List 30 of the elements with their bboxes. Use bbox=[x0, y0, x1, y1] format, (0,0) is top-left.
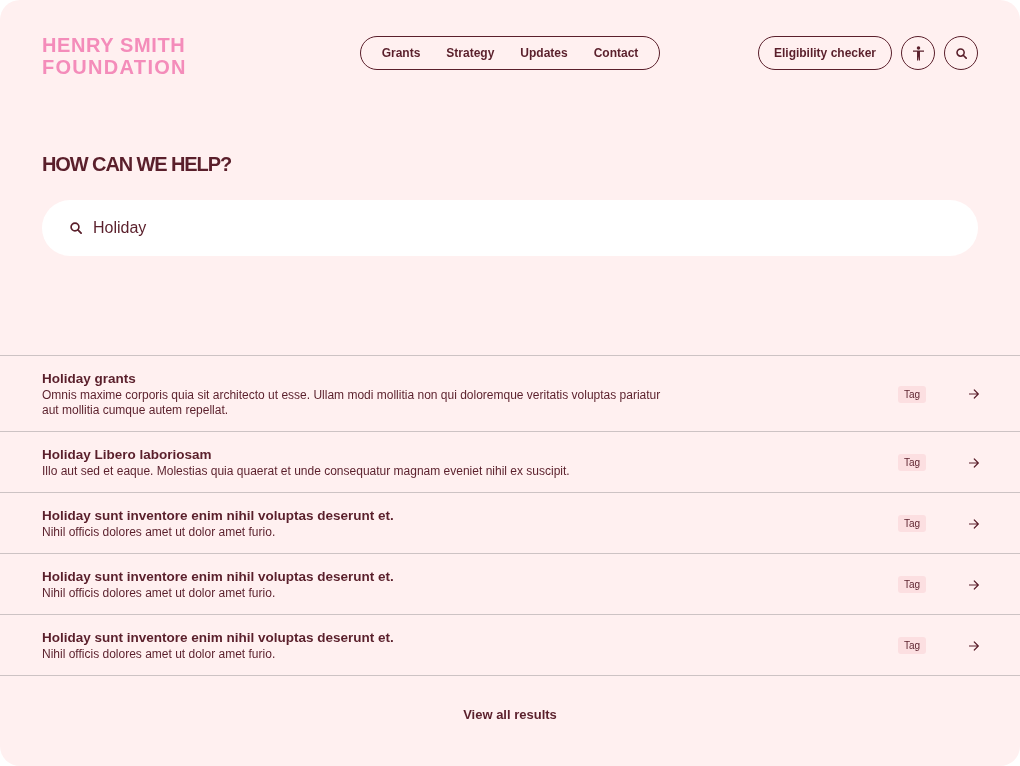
nav-link[interactable]: Strategy bbox=[446, 46, 495, 60]
accessibility-icon bbox=[912, 45, 924, 61]
result-tag: Tag bbox=[897, 515, 926, 532]
search-icon bbox=[70, 222, 82, 234]
result-tag: Tag bbox=[897, 576, 926, 593]
nav-link[interactable]: Grants bbox=[381, 46, 421, 60]
search-field[interactable]: Holiday bbox=[42, 200, 978, 256]
arrow-right-icon[interactable] bbox=[969, 457, 979, 468]
result-title[interactable]: Holiday sunt inventore enim nihil voluptas deserunt et. bbox=[42, 507, 394, 525]
result-tag: Tag bbox=[897, 454, 926, 471]
search-icon bbox=[955, 47, 967, 59]
result-title[interactable]: Holiday Libero laboriosam bbox=[42, 446, 212, 464]
result-description: Illo aut sed et eaque. Molestias quia quaerat et unde consequatur magnam eveniet nihil ex suscipit. bbox=[42, 464, 570, 479]
view-all-results-link[interactable]: View all results bbox=[463, 706, 557, 724]
page-heading: HOW CAN WE HELP? bbox=[42, 152, 233, 176]
arrow-right-icon[interactable] bbox=[969, 518, 979, 529]
result-description: Omnis maxime corporis quia sit architecto ut esse. Ullam modi mollitia non qui doloremque veritatis voluptas pariatur aut mollitia cumque autem repellat. bbox=[42, 388, 662, 418]
result-tag: Tag bbox=[897, 637, 926, 654]
result-description: Nihil officis dolores amet ut dolor amet furio. bbox=[42, 525, 276, 540]
nav-link[interactable]: Updates bbox=[520, 46, 568, 60]
arrow-right-icon[interactable] bbox=[969, 579, 979, 590]
result-title[interactable]: Holiday grants bbox=[42, 370, 136, 388]
nav-link[interactable]: Contact bbox=[593, 46, 639, 60]
arrow-right-icon[interactable] bbox=[969, 640, 979, 651]
result-description: Nihil officis dolores amet ut dolor amet furio. bbox=[42, 647, 276, 662]
arrow-right-icon[interactable] bbox=[969, 389, 979, 399]
result-title[interactable]: Holiday sunt inventore enim nihil voluptas deserunt et. bbox=[42, 568, 394, 586]
result-tag: Tag bbox=[897, 385, 926, 403]
result-description: Nihil officis dolores amet ut dolor amet furio. bbox=[42, 586, 276, 601]
result-title[interactable]: Holiday sunt inventore enim nihil voluptas deserunt et. bbox=[42, 629, 394, 647]
